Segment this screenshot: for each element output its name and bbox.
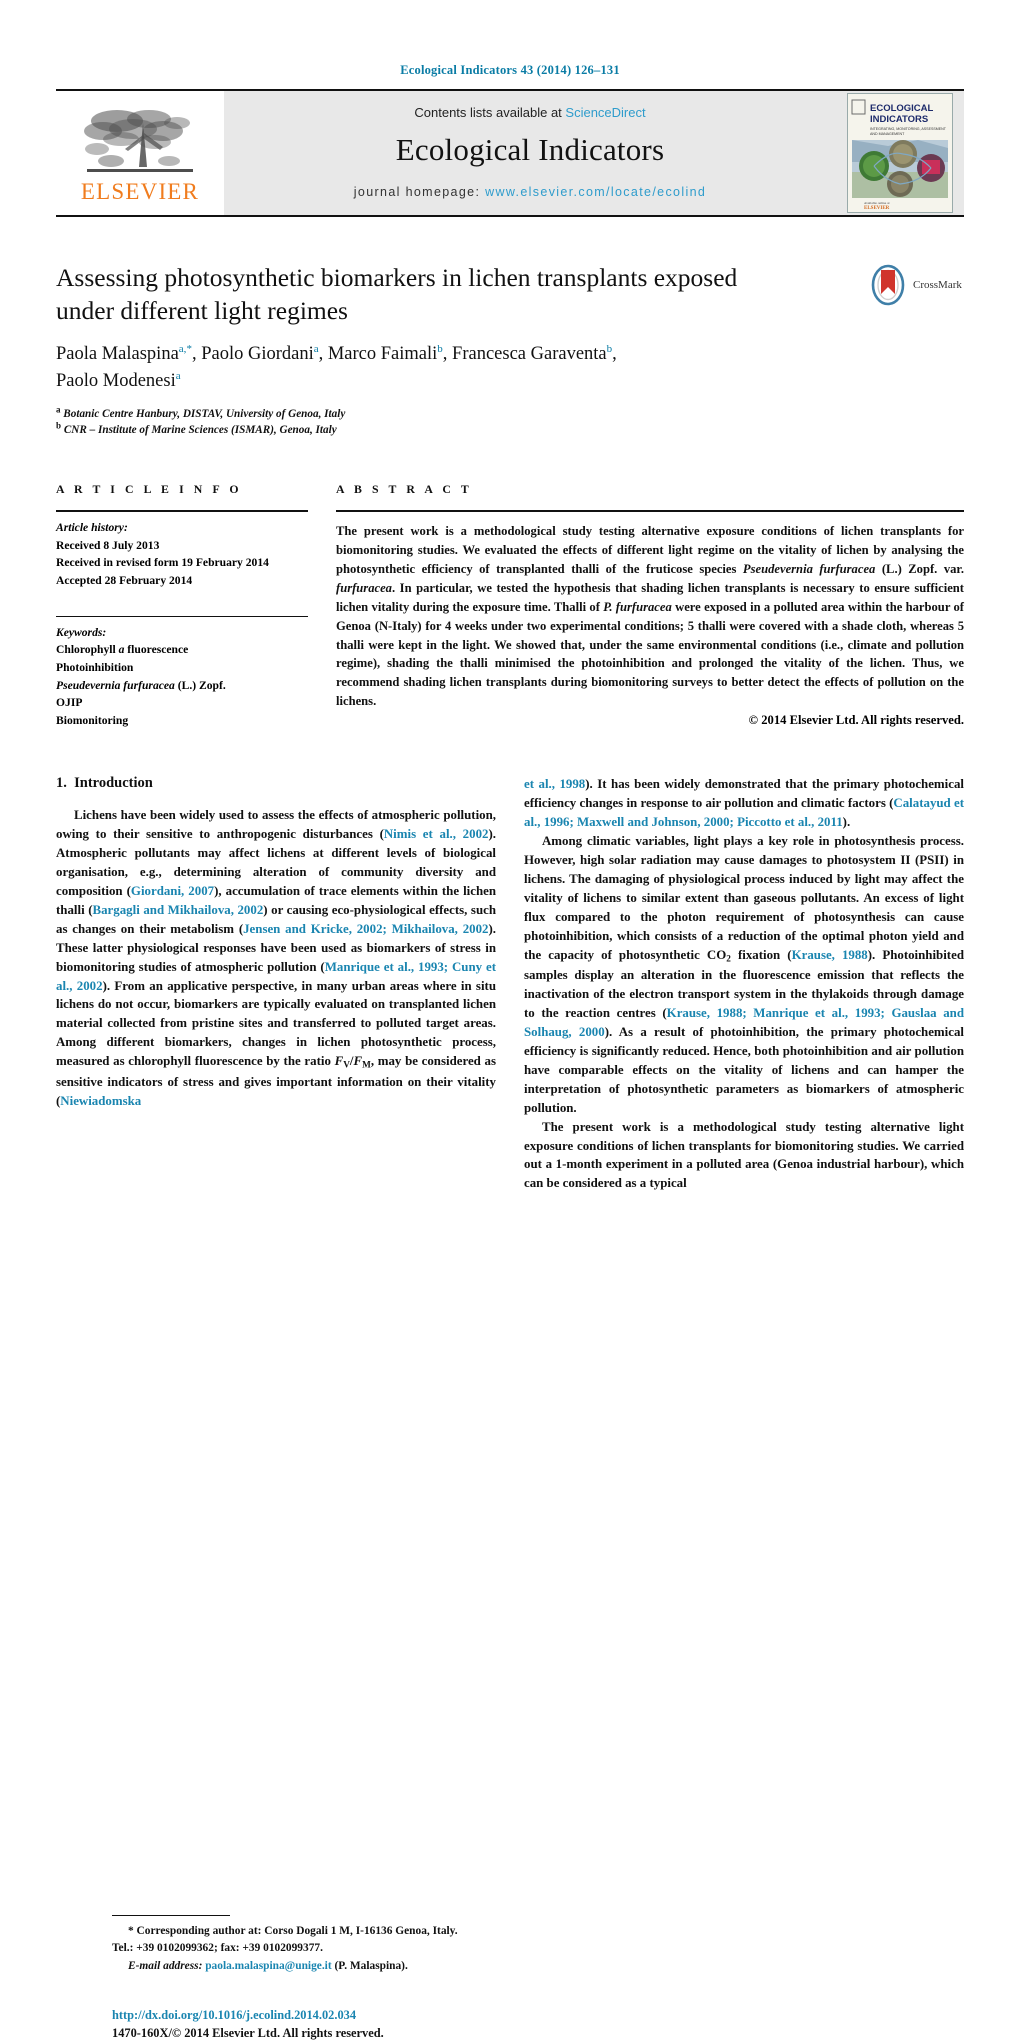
corresponding-author-footnote: * Corresponding author at: Corso Dogali … <box>112 1915 552 1974</box>
journal-homepage-line: journal homepage: www.elsevier.com/locat… <box>354 185 706 199</box>
citation-link[interactable]: Nimis et al., 2002 <box>384 827 489 841</box>
divider <box>56 615 308 617</box>
keyword-item: Pseudevernia furfuracea (L.) Zopf. <box>56 678 226 692</box>
citation-link[interactable]: Jensen and Kricke, 2002; Mikhailova, 200… <box>243 922 488 936</box>
keyword-item: OJIP <box>56 696 83 710</box>
masthead-center: Contents lists available at ScienceDirec… <box>224 91 836 215</box>
footnote-tel-fax: Tel.: +39 0102099362; fax: +39 010209937… <box>112 1942 323 1955</box>
keywords-label: Keywords: <box>56 625 107 639</box>
svg-text:INTEGRATING, MONITORING, ASSES: INTEGRATING, MONITORING, ASSESSMENT <box>870 127 947 131</box>
body-column-left: 1. Introduction Lichens have been widely… <box>56 775 497 2040</box>
section-heading-introduction: 1. Introduction <box>56 775 496 792</box>
history-revised: Received in revised form 19 February 201… <box>56 556 269 570</box>
keyword-item: Chlorophyll a fluorescence <box>56 643 189 657</box>
history-accepted: Accepted 28 February 2014 <box>56 574 193 588</box>
author-name: Paolo Giordani <box>201 344 314 365</box>
email-link[interactable]: paola.malaspina@unige.it <box>205 1960 331 1972</box>
footnote-divider <box>112 1915 230 1917</box>
affiliation-text: CNR – Institute of Marine Sciences (ISMA… <box>63 424 337 437</box>
svg-text:INDICATORS: INDICATORS <box>870 114 928 125</box>
affiliation-text: Botanic Centre Hanbury, DISTAV, Universi… <box>63 407 346 420</box>
section-number: 1. <box>56 775 67 792</box>
page-title: Assessing photosynthetic biomarkers in l… <box>56 263 738 325</box>
citation-link[interactable]: Manrique et al., 1993; Cuny et al., 2002 <box>56 960 496 993</box>
homepage-prefix: journal homepage: <box>353 185 486 199</box>
citation-link[interactable]: Bargagli and Mikhailova, 2002 <box>93 903 264 917</box>
author-marks: b <box>606 343 613 356</box>
crossmark-label: CrossMark <box>913 279 962 291</box>
email-label: E-mail address: <box>128 1959 203 1972</box>
intro-paragraph-1-continued: et al., 1998). It has been widely demons… <box>524 777 964 830</box>
title-block: CrossMark Assessing photosynthetic bioma… <box>56 262 964 438</box>
contents-available-line: Contents lists available at ScienceDirec… <box>414 105 645 120</box>
running-head: Ecological Indicators 43 (2014) 126–131 <box>400 63 620 77</box>
journal-cover-container: ECOLOGICAL INDICATORS INTEGRATING, MONIT… <box>836 91 964 215</box>
intro-paragraph-3: The present work is a methodological stu… <box>524 1119 964 1191</box>
journal-homepage-link[interactable]: www.elsevier.com/locate/ecolind <box>485 185 706 199</box>
svg-text:ELSEVIER: ELSEVIER <box>864 206 890 211</box>
keyword-item: Photoinhibition <box>56 660 134 674</box>
footnote-corresponding: * Corresponding author at: Corso Dogali … <box>128 1925 458 1938</box>
contents-prefix: Contents lists available at <box>414 105 566 120</box>
author-name: Francesca Garaventa <box>452 344 607 365</box>
citation-link[interactable]: Giordani, 2007 <box>131 884 214 898</box>
elsevier-logo: ELSEVIER <box>56 91 224 215</box>
abstract-column: A B S T R A C T The present work is a me… <box>336 482 964 729</box>
intro-paragraph-2: Among climatic variables, light plays a … <box>524 834 964 1115</box>
keyword-item: Biomonitoring <box>56 713 129 727</box>
citation-link[interactable]: et al., 1998 <box>524 777 585 791</box>
info-abstract-section: A R T I C L E I N F O Article history: R… <box>56 482 964 729</box>
journal-cover-thumbnail: ECOLOGICAL INDICATORS INTEGRATING, MONIT… <box>847 93 953 213</box>
journal-masthead: ELSEVIER Contents lists available at Sci… <box>56 89 964 217</box>
keywords-group: Keywords: Chlorophyll a fluorescence Pho… <box>56 609 308 730</box>
author-marks: a <box>313 343 319 356</box>
author-name: Marco Faimali <box>327 344 438 365</box>
author-marks: b <box>437 343 443 356</box>
abstract-text: The present work is a methodological stu… <box>336 524 965 709</box>
article-history-group: Article history: Received 8 July 2013 Re… <box>56 512 308 589</box>
elsevier-tree-icon <box>84 110 193 172</box>
sciencedirect-link[interactable]: ScienceDirect <box>565 105 645 120</box>
crossmark-badge[interactable]: CrossMark <box>868 262 964 308</box>
svg-text:Available online at: Available online at <box>864 201 890 205</box>
svg-text:ECOLOGICAL: ECOLOGICAL <box>870 103 934 114</box>
body-column-right: et al., 1998). It has been widely demons… <box>524 775 964 1193</box>
body-columns: 1. Introduction Lichens have been widely… <box>56 775 964 2040</box>
citation-link[interactable]: Krause, 1988 <box>792 948 868 962</box>
article-page: Ecological Indicators 43 (2014) 126–131 <box>0 0 1020 2040</box>
svg-text:AND MANAGEMENT: AND MANAGEMENT <box>870 132 905 136</box>
author-marks: a,* <box>178 343 192 356</box>
abstract-copyright: © 2014 Elsevier Ltd. All rights reserved… <box>748 713 964 728</box>
article-info-heading: A R T I C L E I N F O <box>56 482 243 497</box>
crossmark-icon <box>871 264 905 306</box>
affiliation-list: a Botanic Centre Hanbury, DISTAV, Univer… <box>56 404 964 438</box>
affiliation-item: b CNR – Institute of Marine Sciences (IS… <box>56 420 337 437</box>
author-marks: a <box>175 369 181 382</box>
citation-link[interactable]: Niewiadomska <box>60 1094 141 1108</box>
abstract-heading: A B S T R A C T <box>336 482 473 497</box>
author-name: Paola Malaspina <box>56 344 179 365</box>
footnote-email-line: E-mail address: paola.malaspina@unige.it… <box>112 1958 552 1975</box>
article-history-label: Article history: <box>56 521 128 535</box>
elsevier-wordmark: ELSEVIER <box>80 179 200 204</box>
journal-title: Ecological Indicators <box>395 132 665 167</box>
author-list: Paola Malaspinaa,*, Paolo Giordania, Mar… <box>56 343 617 391</box>
page-footer: http://dx.doi.org/10.1016/j.ecolind.2014… <box>112 2007 572 2043</box>
article-info-column: A R T I C L E I N F O Article history: R… <box>56 482 308 729</box>
affiliation-item: a Botanic Centre Hanbury, DISTAV, Univer… <box>56 404 346 420</box>
journal-cover-image: ECOLOGICAL INDICATORS INTEGRATING, MONIT… <box>848 94 952 212</box>
email-suffix: (P. Malaspina). <box>331 1959 408 1972</box>
issn-copyright-line: 1470-160X/© 2014 Elsevier Ltd. All right… <box>112 2026 384 2041</box>
citation-link[interactable]: Krause, 1988; Manrique et al., 1993; Gau… <box>524 1006 964 1039</box>
doi-link[interactable]: http://dx.doi.org/10.1016/j.ecolind.2014… <box>112 2007 572 2025</box>
history-received: Received 8 July 2013 <box>56 538 160 552</box>
intro-paragraph-1: Lichens have been widely used to assess … <box>56 808 497 1108</box>
section-title: Introduction <box>74 775 153 792</box>
citation-link[interactable]: Calatayud et al., 1996; Maxwell and John… <box>524 796 964 829</box>
author-name: Paolo Modenesi <box>56 370 176 391</box>
